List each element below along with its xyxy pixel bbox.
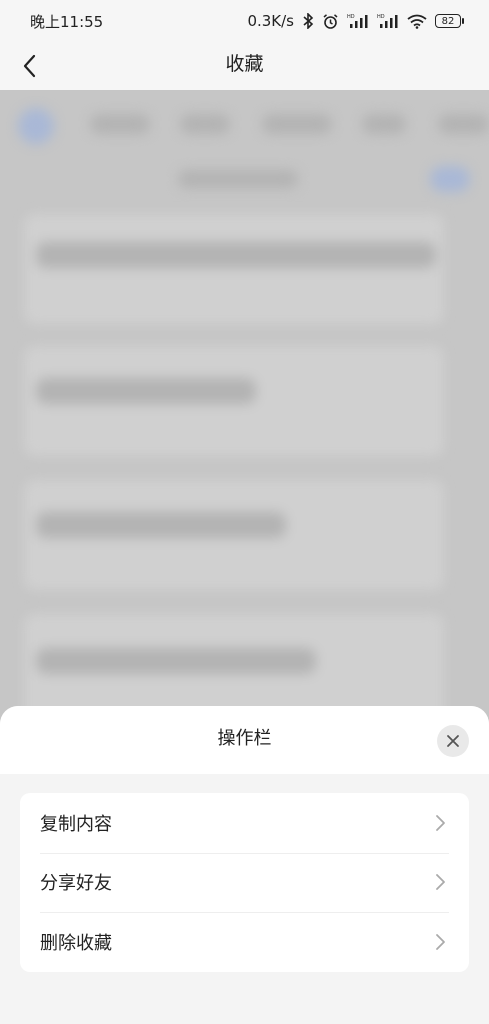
- chevron-right-icon: [436, 874, 445, 891]
- close-button[interactable]: [437, 725, 469, 757]
- network-speed: 0.3K/s: [247, 12, 294, 30]
- menu-item-label: 删除收藏: [40, 932, 112, 954]
- menu-item-label: 复制内容: [40, 813, 112, 835]
- back-button[interactable]: [14, 50, 46, 82]
- blurred-content: [0, 90, 489, 790]
- svg-text:HD: HD: [377, 14, 385, 20]
- share-friend-item[interactable]: 分享好友: [20, 852, 469, 913]
- alarm-icon: [322, 13, 339, 30]
- menu-item-label: 分享好友: [40, 873, 112, 895]
- action-sheet-title: 操作栏: [217, 728, 272, 749]
- status-time: 晚上11:55: [30, 12, 104, 31]
- status-bar: 晚上11:55 0.3K/s HD HD 82: [0, 0, 489, 42]
- copy-content-item[interactable]: 复制内容: [20, 793, 469, 853]
- battery-icon: 82: [435, 14, 464, 28]
- svg-text:HD: HD: [347, 14, 355, 20]
- bluetooth-icon: [302, 13, 314, 29]
- nav-bar: 收藏: [0, 42, 489, 90]
- wifi-icon: [407, 14, 427, 29]
- action-menu: 复制内容 分享好友 删除收藏: [20, 793, 469, 972]
- action-sheet-header: 操作栏: [0, 706, 489, 774]
- close-icon: [447, 735, 459, 747]
- chevron-left-icon: [23, 54, 36, 78]
- chevron-right-icon: [436, 934, 445, 950]
- blurred-background: [0, 90, 489, 790]
- page-title: 收藏: [225, 53, 264, 75]
- action-sheet: 操作栏 复制内容 分享好友 删除收藏: [0, 706, 489, 1024]
- delete-favorite-item[interactable]: 删除收藏: [20, 912, 469, 972]
- chevron-right-icon: [436, 814, 445, 831]
- signal-hd-icon-2: HD: [377, 13, 399, 29]
- status-icons: 0.3K/s HD HD 82: [247, 12, 464, 30]
- signal-hd-icon: HD: [347, 13, 369, 29]
